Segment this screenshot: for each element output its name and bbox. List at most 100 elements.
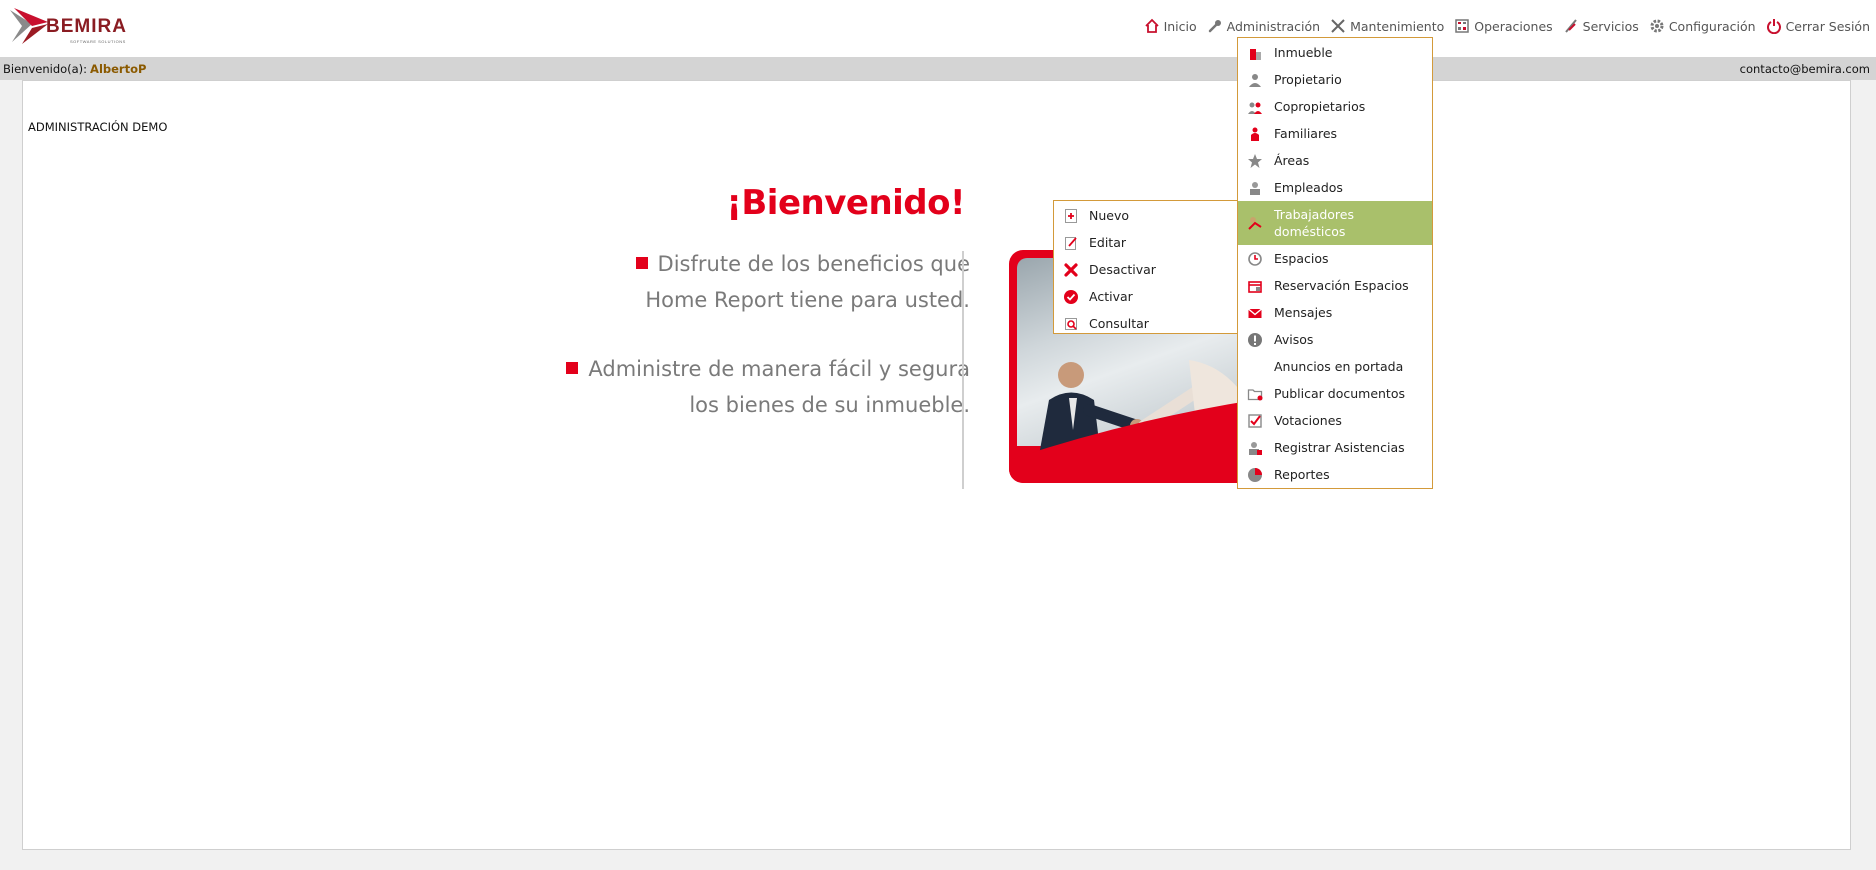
nav-mantenimiento[interactable]: Mantenimiento <box>1330 18 1444 34</box>
envelope-icon <box>1246 304 1264 322</box>
welcome-username: AlbertoP <box>90 62 147 76</box>
building-icon <box>1246 44 1264 62</box>
nav-inicio-label: Inicio <box>1163 18 1197 34</box>
menu-item-trabajadores-domesticos[interactable]: Trabajadores domésticos <box>1238 201 1432 245</box>
owner-icon <box>1246 71 1264 89</box>
menu-item-avisos[interactable]: Avisos <box>1238 326 1432 353</box>
benefit-1-line-1: Disfrute de los beneficios que <box>657 252 970 276</box>
power-icon <box>1766 18 1782 34</box>
clock-icon <box>1246 250 1264 268</box>
reservation-icon <box>1246 277 1264 295</box>
co-owners-icon <box>1246 98 1264 116</box>
gear-icon <box>1649 18 1665 34</box>
vertical-divider <box>962 251 964 489</box>
bemira-logo[interactable]: BEMIRA SOFTWARE SOLUTIONS <box>8 6 138 46</box>
menu-item-label: Votaciones <box>1274 413 1342 428</box>
menu-item-inmueble[interactable]: Inmueble <box>1238 39 1432 66</box>
nav-administracion[interactable]: Administración <box>1207 18 1320 34</box>
calculator-icon <box>1454 18 1470 34</box>
menu-item-reportes[interactable]: Reportes <box>1238 461 1432 488</box>
x-icon <box>1062 261 1080 279</box>
menu-item-label: Anuncios en portada <box>1274 359 1404 374</box>
menu-item-areas[interactable]: Áreas <box>1238 147 1432 174</box>
submenu-item-label: Desactivar <box>1089 262 1156 277</box>
nav-operaciones[interactable]: Operaciones <box>1454 18 1553 34</box>
check-circle-icon <box>1062 288 1080 306</box>
search-document-icon <box>1062 315 1080 333</box>
logo-text: BEMIRA <box>46 16 127 37</box>
service-icon <box>1563 18 1579 34</box>
main-panel: ADMINISTRACIÓN DEMO ¡Bienvenido! Disfrut… <box>22 80 1851 850</box>
menu-item-publicar-documentos[interactable]: Publicar documentos <box>1238 380 1432 407</box>
family-icon <box>1246 125 1264 143</box>
edit-icon <box>1062 234 1080 252</box>
nav-administracion-label: Administración <box>1226 18 1321 34</box>
menu-item-label: Empleados <box>1274 180 1343 195</box>
nav-configuracion-label: Configuración <box>1668 18 1756 34</box>
menu-item-votaciones[interactable]: Votaciones <box>1238 407 1432 434</box>
header: BEMIRA SOFTWARE SOLUTIONS Inicio Adminis… <box>0 0 1876 57</box>
welcome-greeting: Bienvenido(a): AlbertoP <box>3 62 146 76</box>
submenu-item-consultar[interactable]: Consultar <box>1054 310 1248 337</box>
benefit-bullet-1: Disfrute de los beneficios que Home Repo… <box>530 246 970 318</box>
nav-inicio[interactable]: Inicio <box>1144 18 1197 34</box>
menu-item-propietario[interactable]: Propietario <box>1238 66 1432 93</box>
contact-email: contacto@bemira.com <box>1739 62 1870 76</box>
tools-icon <box>1330 18 1346 34</box>
menu-item-empleados[interactable]: Empleados <box>1238 174 1432 201</box>
pie-chart-icon <box>1246 466 1264 484</box>
menu-item-label: Espacios <box>1274 251 1329 266</box>
domestic-workers-submenu: Nuevo Editar Desactivar Activar Consulta… <box>1053 200 1249 334</box>
menu-item-label: Registrar Asistencias <box>1274 440 1405 455</box>
administracion-dropdown: Inmueble Propietario Copropietarios Fami… <box>1237 37 1433 489</box>
menu-item-reservacion-espacios[interactable]: Reservación Espacios <box>1238 272 1432 299</box>
domestic-worker-icon <box>1246 214 1264 232</box>
nav-cerrar-sesion[interactable]: Cerrar Sesión <box>1766 18 1870 34</box>
logo-tagline: SOFTWARE SOLUTIONS <box>70 39 126 44</box>
submenu-item-label: Editar <box>1089 235 1127 250</box>
plus-document-icon <box>1062 207 1080 225</box>
bullet-square-icon <box>566 362 579 374</box>
folder-icon <box>1246 385 1264 403</box>
benefit-1-line-2: Home Report tiene para usted. <box>645 288 970 312</box>
menu-item-label: Reservación Espacios <box>1274 278 1409 293</box>
menu-item-label: Avisos <box>1274 332 1314 347</box>
submenu-item-label: Activar <box>1089 289 1133 304</box>
benefit-2-line-2: los bienes de su inmueble. <box>689 393 970 417</box>
star-icon <box>1246 152 1264 170</box>
menu-item-espacios[interactable]: Espacios <box>1238 245 1432 272</box>
alert-icon <box>1246 331 1264 349</box>
nav-cerrar-sesion-label: Cerrar Sesión <box>1785 18 1870 34</box>
menu-item-label: Familiares <box>1274 126 1338 141</box>
menu-item-label: Trabajadores domésticos <box>1274 207 1354 239</box>
benefit-bullet-2: Administre de manera fácil y segura los … <box>530 351 970 423</box>
submenu-item-activar[interactable]: Activar <box>1054 283 1248 310</box>
hero-title: ¡Bienvenido! <box>726 183 965 223</box>
nav-servicios[interactable]: Servicios <box>1563 18 1639 34</box>
nav-configuracion[interactable]: Configuración <box>1649 18 1756 34</box>
submenu-item-label: Consultar <box>1089 316 1149 331</box>
menu-item-anuncios-en-portada[interactable]: Anuncios en portada <box>1238 353 1432 380</box>
employee-icon <box>1246 179 1264 197</box>
checkbox-icon <box>1246 412 1264 430</box>
home-icon <box>1144 18 1160 34</box>
submenu-item-editar[interactable]: Editar <box>1054 229 1248 256</box>
wrench-icon <box>1207 18 1223 34</box>
submenu-item-label: Nuevo <box>1089 208 1130 223</box>
menu-item-label: Inmueble <box>1274 45 1333 60</box>
menu-item-registrar-asistencias[interactable]: Registrar Asistencias <box>1238 434 1432 461</box>
nav-servicios-label: Servicios <box>1582 18 1639 34</box>
menu-item-label: Reportes <box>1274 467 1330 482</box>
menu-item-familiares[interactable]: Familiares <box>1238 120 1432 147</box>
top-nav: Inicio Administración Mantenimiento Oper… <box>1134 16 1870 36</box>
submenu-item-desactivar[interactable]: Desactivar <box>1054 256 1248 283</box>
submenu-item-nuevo[interactable]: Nuevo <box>1054 202 1248 229</box>
menu-item-label: Copropietarios <box>1274 99 1366 114</box>
nav-mantenimiento-label: Mantenimiento <box>1350 18 1445 34</box>
nav-operaciones-label: Operaciones <box>1474 18 1553 34</box>
menu-item-copropietarios[interactable]: Copropietarios <box>1238 93 1432 120</box>
attendance-icon <box>1246 439 1264 457</box>
welcome-bar: Bienvenido(a): AlbertoP contacto@bemira.c… <box>0 57 1876 80</box>
menu-item-label: Mensajes <box>1274 305 1333 320</box>
menu-item-mensajes[interactable]: Mensajes <box>1238 299 1432 326</box>
